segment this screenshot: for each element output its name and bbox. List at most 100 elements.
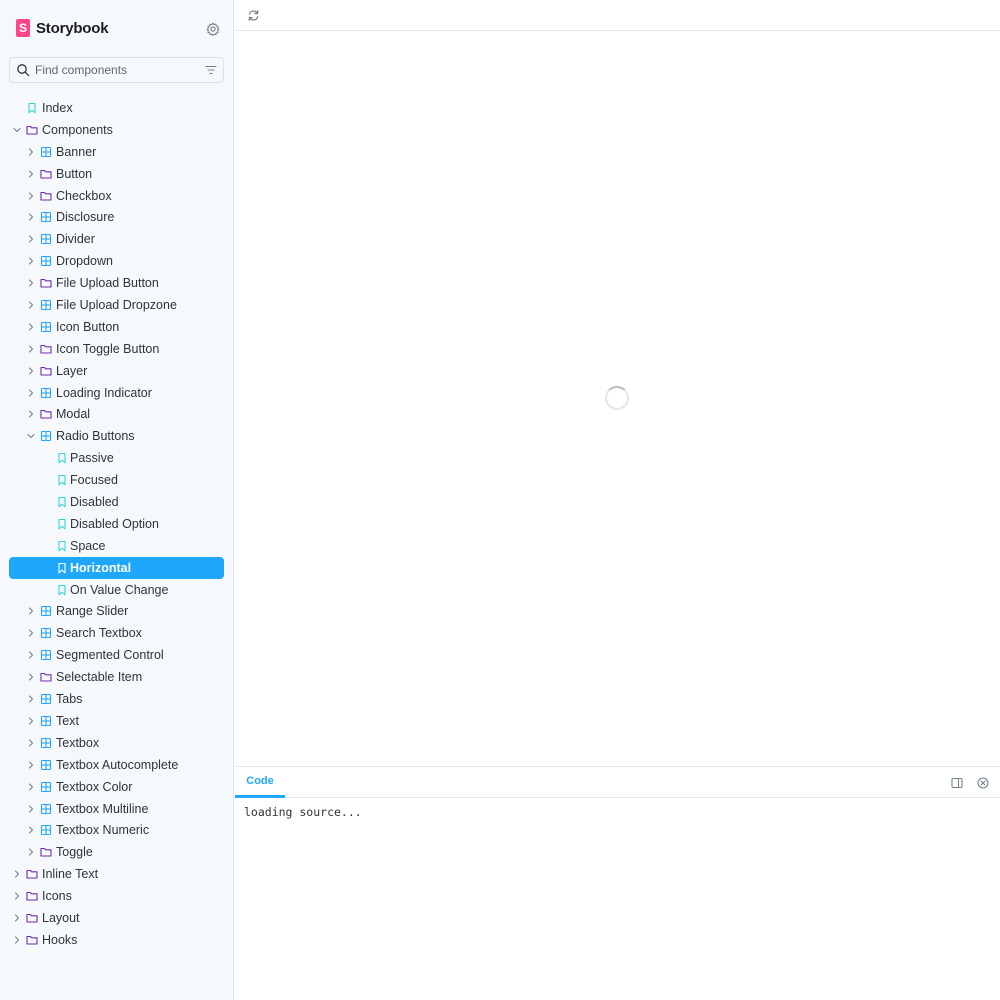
folder-icon [40,848,52,857]
chevron-right-icon[interactable] [27,367,35,375]
chevron-right-icon[interactable] [27,345,35,353]
tree-item-search-textbox[interactable]: Search Textbox [9,622,224,644]
tree-item-layer[interactable]: Layer [9,360,224,382]
tree-item-button[interactable]: Button [9,163,224,185]
chevron-right-icon[interactable] [27,695,35,703]
tree-item-divider[interactable]: Divider [9,228,224,250]
chevron-right-icon[interactable] [27,848,35,856]
bookmark-icon [58,540,66,552]
tree-item-textbox-color[interactable]: Textbox Color [9,776,224,798]
tree-item-layout[interactable]: Layout [9,907,224,929]
tree-item-label: Disabled [70,495,119,510]
chevron-down-icon[interactable] [13,126,21,134]
tree-item-banner[interactable]: Banner [9,141,224,163]
search-box[interactable] [9,57,224,83]
chevron-right-icon[interactable] [27,257,35,265]
chevron-right-icon[interactable] [27,170,35,178]
tree-item-label: Button [56,166,93,181]
close-panel-icon[interactable] [977,777,989,789]
tree-item-space[interactable]: Space [9,535,224,557]
tree-item-icon-toggle-button[interactable]: Icon Toggle Button [9,338,224,360]
tree-item-segmented-control[interactable]: Segmented Control [9,644,224,666]
tree-item-focused[interactable]: Focused [9,469,224,491]
tree-item-on-value-change[interactable]: On Value Change [9,579,224,601]
chevron-right-icon[interactable] [27,389,35,397]
tree-item-textbox-autocomplete[interactable]: Textbox Autocomplete [9,754,224,776]
tree-item-dropdown[interactable]: Dropdown [9,250,224,272]
gear-icon[interactable] [206,22,220,36]
tree-item-passive[interactable]: Passive [9,447,224,469]
chevron-right-icon[interactable] [27,761,35,769]
chevron-right-icon[interactable] [27,192,35,200]
tree-item-inline-text[interactable]: Inline Text [9,863,224,885]
folder-icon [40,673,52,682]
tree-item-loading-indicator[interactable]: Loading Indicator [9,382,224,404]
bookmark-icon [58,453,66,464]
tree-item-label: File Upload Dropzone [56,298,177,313]
tree-item-range-slider[interactable]: Range Slider [9,600,224,622]
chevron-right-icon[interactable] [27,301,35,309]
tree-item-checkbox[interactable]: Checkbox [9,185,224,207]
tree-item-disabled[interactable]: Disabled [9,491,224,513]
folder-icon [40,344,52,354]
preview-toolbar [235,0,1000,31]
tree-item-toggle[interactable]: Toggle [9,841,224,863]
tree-item-hooks[interactable]: Hooks [9,929,224,951]
chevron-right-icon[interactable] [27,410,35,419]
tree-item-horizontal[interactable]: Horizontal [9,556,224,579]
tree-item-label: Checkbox [56,188,112,203]
chevron-right-icon[interactable] [27,323,35,331]
tree-item-textbox-multiline[interactable]: Textbox Multiline [9,798,224,820]
tree-item-disclosure[interactable]: Disclosure [9,206,224,228]
chevron-right-icon[interactable] [27,148,35,156]
tree-item-modal[interactable]: Modal [9,403,224,425]
code-source-text: loading source... [244,805,362,819]
tree-item-components[interactable]: Components [9,119,224,141]
tree-item-textbox-numeric[interactable]: Textbox Numeric [9,819,224,841]
chevron-down-icon[interactable] [27,432,35,440]
chevron-right-icon[interactable] [27,213,35,222]
tree-item-selectable-item[interactable]: Selectable Item [9,666,224,688]
chevron-right-icon[interactable] [27,826,35,834]
tree-item-disabled-option[interactable]: Disabled Option [9,513,224,535]
chevron-right-icon[interactable] [27,804,35,813]
component-icon [40,628,52,639]
tree-item-index[interactable]: Index [9,97,224,119]
tree-item-label: Hooks [42,932,78,947]
tree-item-tabs[interactable]: Tabs [9,688,224,710]
tree-item-text[interactable]: Text [9,710,224,732]
storybook-brand[interactable]: S Storybook [16,19,109,37]
tab-code[interactable]: Code [235,767,285,798]
chevron-right-icon[interactable] [13,914,21,922]
chevron-right-icon[interactable] [27,629,35,637]
chevron-right-icon[interactable] [27,279,35,287]
chevron-right-icon[interactable] [27,717,35,725]
component-icon [40,431,52,442]
tree-item-label: Inline Text [42,867,99,882]
chevron-right-icon[interactable] [27,651,35,659]
chevron-right-icon[interactable] [27,673,35,681]
chevron-right-icon[interactable] [27,607,35,616]
chevron-right-icon[interactable] [27,783,35,791]
tree-item-icons[interactable]: Icons [9,885,224,907]
chevron-right-icon[interactable] [13,870,21,878]
tree-item-radio-buttons[interactable]: Radio Buttons [9,425,224,447]
chevron-right-icon[interactable] [13,936,21,944]
bookmark-icon [28,102,36,114]
filter-icon[interactable] [205,64,217,76]
tree-item-file-upload-button[interactable]: File Upload Button [9,272,224,294]
panel-orientation-icon[interactable] [951,777,963,789]
component-icon [40,299,52,311]
search-input[interactable] [35,63,195,77]
tree-item-icon-button[interactable]: Icon Button [9,316,224,338]
chevron-right-icon[interactable] [27,235,35,243]
chevron-right-icon[interactable] [13,892,21,900]
sidebar: S Storybook Index Components Banner Button C… [0,0,234,1000]
chevron-right-icon[interactable] [27,739,35,747]
reload-icon[interactable] [247,9,260,22]
tree-item-file-upload-dropzone[interactable]: File Upload Dropzone [9,294,224,316]
bookmark-icon [58,475,66,486]
tree-item-label: Textbox Autocomplete [56,757,179,772]
tree-item-label: Icon Button [56,319,120,334]
tree-item-textbox[interactable]: Textbox [9,732,224,754]
